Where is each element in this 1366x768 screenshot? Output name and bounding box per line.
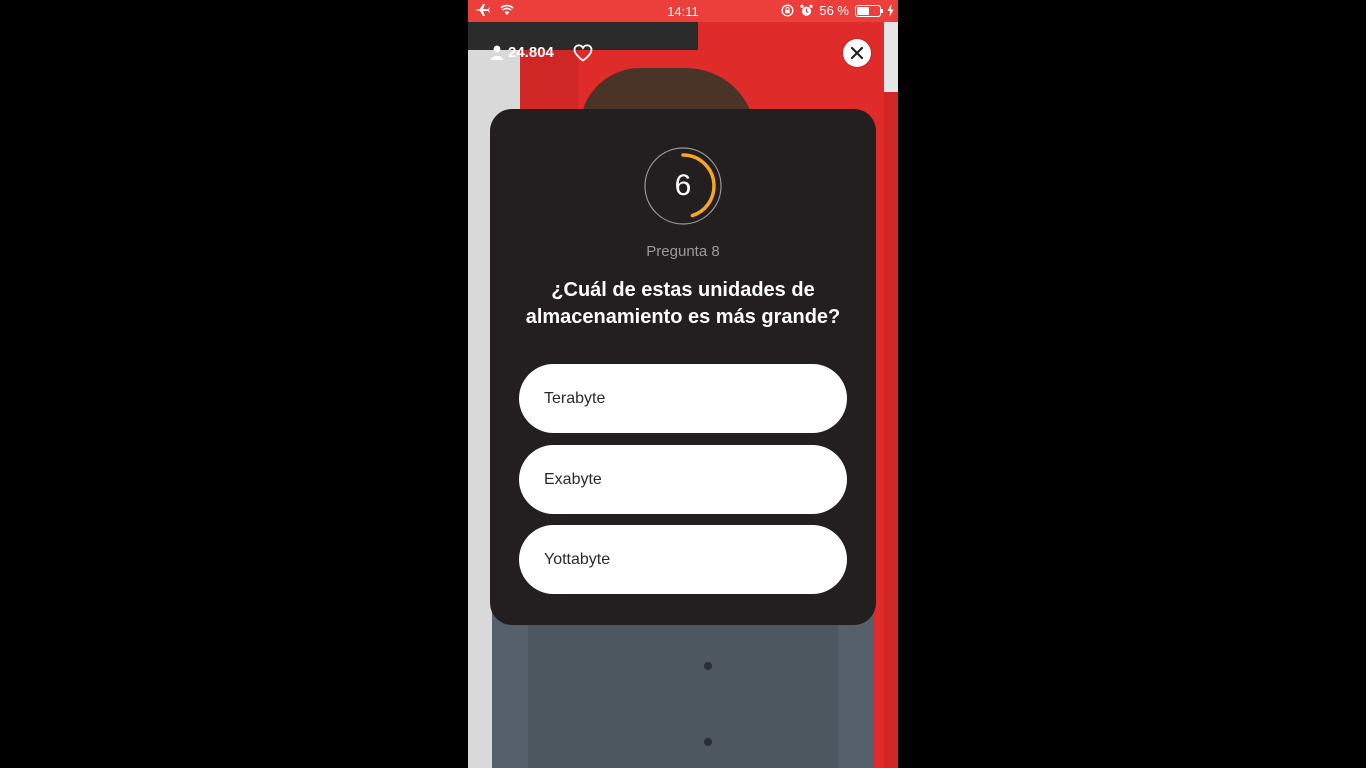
question-number: Pregunta 8 — [646, 243, 720, 260]
battery-fill — [857, 6, 870, 15]
phone-screen: 14:11 56 % 24.804 6 Pregunta 8 ¿Cuál de … — [468, 0, 898, 768]
person-icon — [491, 45, 503, 60]
timer-value: 6 — [674, 169, 692, 202]
close-button[interactable] — [843, 39, 871, 67]
shirt-button — [704, 662, 712, 670]
viewer-count-value: 24.804 — [508, 44, 554, 61]
answer-option-3[interactable]: Yottabyte — [519, 525, 847, 594]
battery-percent: 56 % — [819, 3, 849, 18]
question-line-1: ¿Cuál de estas unidades de — [551, 279, 815, 301]
answer-option-1[interactable]: Terabyte — [519, 364, 847, 433]
presenter-shirt-front — [528, 620, 838, 768]
answer-option-2[interactable]: Exabyte — [519, 445, 847, 514]
close-icon — [851, 47, 863, 59]
question-text: ¿Cuál de estas unidades de almacenamient… — [510, 277, 856, 331]
question-line-2: almacenamiento es más grande? — [525, 306, 841, 328]
alarm-icon — [800, 4, 813, 16]
question-card: 6 Pregunta 8 ¿Cuál de estas unidades de … — [490, 109, 876, 625]
video-background-light — [884, 22, 898, 92]
charging-icon — [887, 4, 894, 17]
shirt-button — [704, 738, 712, 746]
battery-icon — [855, 4, 883, 17]
countdown-timer: 6 — [642, 145, 724, 227]
heart-icon[interactable] — [573, 44, 593, 62]
rotation-lock-icon — [781, 4, 794, 17]
viewer-count: 24.804 — [490, 44, 554, 61]
status-bar: 14:11 56 % — [468, 0, 898, 22]
